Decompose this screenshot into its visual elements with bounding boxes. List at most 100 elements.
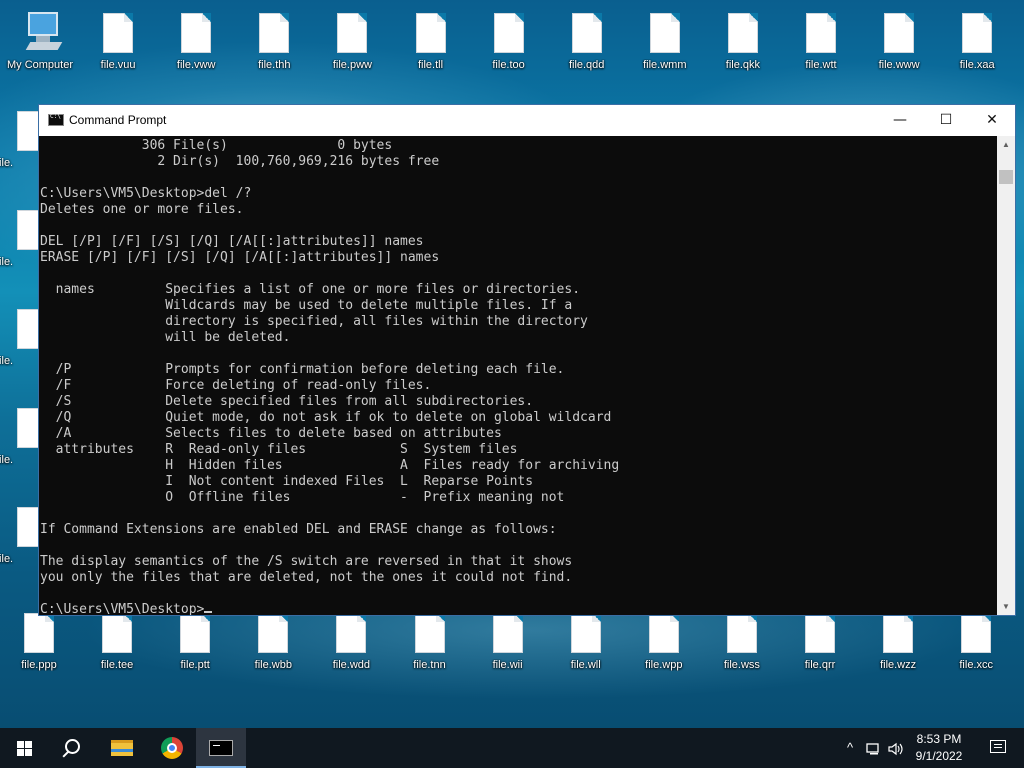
desktop-file-icon[interactable]: file.tll — [399, 12, 463, 78]
desktop-file-icon[interactable]: file.wpp — [632, 612, 696, 678]
system-clock[interactable]: 8:53 PM 9/1/2022 — [904, 731, 974, 765]
desktop-icon-label: file.vuu — [100, 59, 136, 71]
desktop-icon-label: file.qkk — [725, 59, 761, 71]
document-icon — [648, 613, 679, 653]
document-icon — [103, 13, 134, 53]
desktop-icon-label: file.tnn — [413, 659, 446, 671]
desktop-file-icon[interactable]: file.ppp — [7, 612, 71, 678]
folder-icon — [111, 740, 133, 756]
desktop-icon-label: file.wzz — [880, 659, 917, 671]
desktop-icon-label: file.wbb — [254, 659, 292, 671]
chrome-icon — [161, 737, 183, 759]
desktop-icon-label: file.wss — [723, 659, 760, 671]
desktop-file-icon[interactable]: file.www — [867, 12, 931, 78]
desktop-icon-label: file.wpp — [645, 659, 683, 671]
command-prompt-taskbar-button[interactable] — [196, 728, 246, 768]
desktop-file-icon[interactable]: file.thh — [242, 12, 306, 78]
window-title: Command Prompt — [69, 113, 167, 127]
document-icon — [570, 613, 601, 653]
notification-center-icon[interactable] — [990, 740, 1006, 753]
desktop-icon-label: file.wmm — [643, 59, 687, 71]
clock-time: 8:53 PM — [916, 732, 962, 746]
volume-icon[interactable] — [886, 728, 906, 768]
document-icon — [649, 13, 680, 53]
document-icon — [337, 13, 368, 53]
command-prompt-line[interactable]: C:\Users\VM5\Desktop> — [40, 602, 204, 615]
clock-date: 9/1/2022 — [915, 749, 963, 763]
cmd-app-icon — [48, 113, 64, 126]
desktop-file-icon[interactable]: file.wzz — [866, 612, 930, 678]
document-icon — [726, 613, 757, 653]
computer-icon — [16, 12, 66, 54]
chrome-button[interactable] — [148, 728, 196, 768]
desktop-file-icon[interactable]: file.wmm — [633, 12, 697, 78]
desktop-icon-label: file.ptt — [180, 659, 210, 671]
document-icon — [493, 13, 524, 53]
window-titlebar[interactable]: Command Prompt — ☐ ✕ — [39, 105, 1015, 136]
desktop-file-icon[interactable]: file.xaa — [945, 12, 1009, 78]
document-icon — [805, 613, 835, 653]
taskbar: ^ 8:53 PM 9/1/2022 — [0, 728, 1024, 768]
scroll-up-icon[interactable]: ▲ — [997, 136, 1015, 153]
console-text: 306 File(s) 0 bytes 2 Dir(s) 100,760,969… — [40, 138, 620, 615]
desktop-file-icon[interactable]: file.vuu — [86, 12, 150, 78]
document-icon — [259, 13, 290, 53]
document-icon — [336, 613, 367, 653]
desktop-icon-label: file.www — [878, 59, 920, 71]
scroll-thumb[interactable] — [999, 170, 1013, 184]
desktop-icon-label: file.wtt — [805, 59, 837, 71]
network-icon[interactable] — [864, 728, 884, 768]
windows-logo-icon — [17, 741, 24, 748]
search-button[interactable] — [48, 728, 96, 768]
desktop-file-icon[interactable]: file.tee — [85, 612, 149, 678]
desktop-icon-label: file.wdd — [332, 659, 371, 671]
desktop-icon-label: file.tll — [417, 59, 444, 71]
document-icon — [492, 613, 523, 653]
scroll-down-icon[interactable]: ▼ — [997, 598, 1015, 615]
desktop-icon-label: file.vww — [176, 59, 216, 71]
close-button[interactable]: ✕ — [969, 105, 1015, 136]
desktop-icon-label: file.tee — [100, 659, 134, 671]
minimize-button[interactable]: — — [877, 105, 923, 136]
document-icon — [883, 613, 914, 653]
text-cursor — [204, 611, 213, 613]
desktop-file-icon[interactable]: file.wii — [476, 612, 540, 678]
document-icon — [415, 13, 446, 53]
vertical-scrollbar[interactable]: ▲ ▼ — [997, 136, 1015, 615]
desktop-file-icon[interactable]: file.qkk — [711, 12, 775, 78]
desktop-file-icon[interactable]: file.vww — [164, 12, 228, 78]
desktop-file-icon[interactable]: file.pww — [320, 12, 384, 78]
document-icon — [24, 613, 54, 653]
start-button[interactable] — [0, 728, 48, 768]
desktop-file-icon[interactable]: file.too — [477, 12, 541, 78]
desktop-icon-label: file.too — [492, 59, 525, 71]
desktop-icon-label: file.wll — [570, 659, 601, 671]
document-icon — [181, 13, 212, 53]
desktop-file-icon[interactable]: file.xcc — [944, 612, 1008, 678]
file-explorer-button[interactable] — [98, 728, 146, 768]
desktop-file-icon[interactable]: file.qrr — [788, 612, 852, 678]
desktop-icon-label: file.qrr — [804, 659, 836, 671]
desktop-icon-label: file.xcc — [959, 659, 993, 671]
desktop-file-icon[interactable]: file.wtt — [789, 12, 853, 78]
desktop-file-icon[interactable]: file.ptt — [163, 612, 227, 678]
my-computer-icon[interactable]: My Computer — [7, 12, 73, 78]
document-icon — [180, 613, 211, 653]
document-icon — [962, 13, 993, 53]
desktop-icon-label: file.ppp — [21, 659, 57, 671]
desktop-file-icon[interactable]: file.wll — [554, 612, 618, 678]
desktop-icon-label: file.xaa — [959, 59, 995, 71]
document-icon — [961, 613, 992, 653]
desktop-icon-label: My Computer — [6, 59, 74, 71]
desktop-icon-label: file.thh — [258, 59, 291, 71]
console-output[interactable]: 306 File(s) 0 bytes 2 Dir(s) 100,760,969… — [39, 136, 997, 615]
command-prompt-window[interactable]: Command Prompt — ☐ ✕ 306 File(s) 0 bytes… — [38, 104, 1016, 616]
desktop-file-icon[interactable]: file.qdd — [555, 12, 619, 78]
desktop-file-icon[interactable]: file.wss — [710, 612, 774, 678]
tray-chevron-icon[interactable]: ^ — [840, 728, 860, 768]
desktop-file-icon[interactable]: file.tnn — [398, 612, 462, 678]
maximize-button[interactable]: ☐ — [923, 105, 969, 136]
document-icon — [884, 13, 915, 53]
desktop-file-icon[interactable]: file.wdd — [319, 612, 383, 678]
desktop-file-icon[interactable]: file.wbb — [241, 612, 305, 678]
